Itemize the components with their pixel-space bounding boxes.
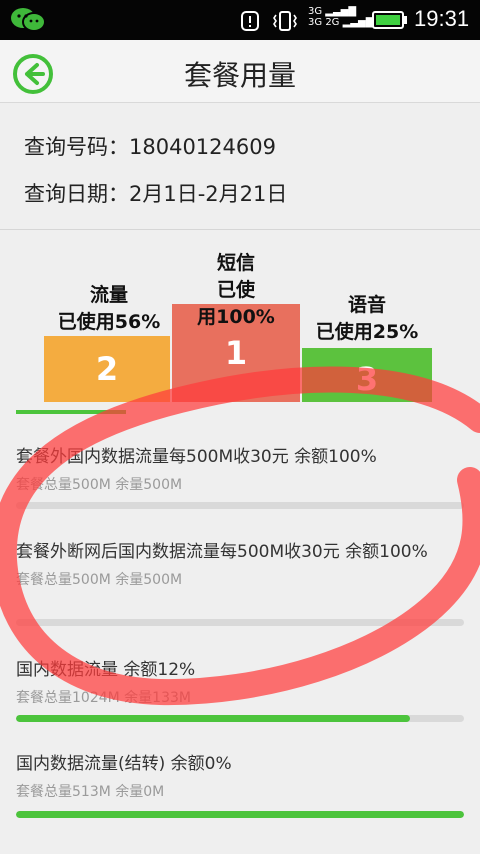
query-date-value: 2月1日-2月21日 [129,182,288,206]
list-item: 国内数据流量 余额12% 套餐总量1024M 余量133M [16,659,464,707]
item-title: 国内数据流量 余额12% [16,660,196,680]
clock: 19:31 [414,6,470,31]
progress-bar [16,619,464,626]
item-subtitle: 套餐总量500M 余量500M [16,477,183,493]
item-title: 国内数据流量(结转) 余额0% [16,754,232,774]
bar-label-sms: 短信 已使 用100% [197,252,275,328]
progress-fill [16,811,464,818]
bar-rank: 2 [95,350,119,388]
divider [0,229,480,230]
list-item: 套餐外国内数据流量每500M收30元 余额100% 套餐总量500M 余量500… [16,446,464,494]
tab-indicator [16,410,126,414]
query-date-row: 查询日期：2月1日-2月21日 [24,178,287,208]
item-title: 套餐外国内数据流量每500M收30元 余额100% [16,447,377,467]
list-item: 套餐外断网后国内数据流量每500M收30元 余额100% 套餐总量500M 余量… [16,541,464,589]
bar-data-traffic: 2 [44,336,170,402]
progress-bar [16,811,464,818]
item-subtitle: 套餐总量1024M 余量133M [16,690,191,706]
query-number-label: 查询号码： [24,135,129,159]
bar-label-data-traffic: 流量 已使用56% [57,284,161,333]
query-number-value: 18040124609 [129,135,276,159]
usage-ranking-chart: 2 1 3 流量 已使用56% 短信 已使 用100% 语音 已使用25% [0,236,480,406]
alarm-icon [241,11,259,31]
progress-fill [16,715,411,722]
title-bar: 套餐用量 [0,40,480,103]
bar-rank: 3 [355,360,379,398]
bar-voice: 3 [302,348,432,402]
status-bar: 3G ▂▃▅▇ 3G 2G ▂▃▅▇ 19:31 [0,0,480,40]
item-subtitle: 套餐总量500M 余量500M [16,572,183,588]
query-number-row: 查询号码：18040124609 [24,131,276,161]
red-annotation-circle [0,366,480,706]
vibrate-icon [273,11,297,31]
battery-icon [372,11,407,29]
list-item: 国内数据流量(结转) 余额0% 套餐总量513M 余量0M [16,753,464,801]
item-subtitle: 套餐总量513M 余量0M [16,784,165,800]
wechat-icon [11,8,46,32]
progress-bar [16,502,464,509]
page-title: 套餐用量 [183,59,296,92]
network-indicator: 3G ▂▃▅▇ 3G 2G ▂▃▅▇ [308,6,374,28]
bar-label-voice: 语音 已使用25% [315,294,419,343]
item-title: 套餐外断网后国内数据流量每500M收30元 余额100% [16,542,428,562]
query-date-label: 查询日期： [24,182,129,206]
bar-rank: 1 [224,334,248,372]
progress-bar [16,715,464,722]
